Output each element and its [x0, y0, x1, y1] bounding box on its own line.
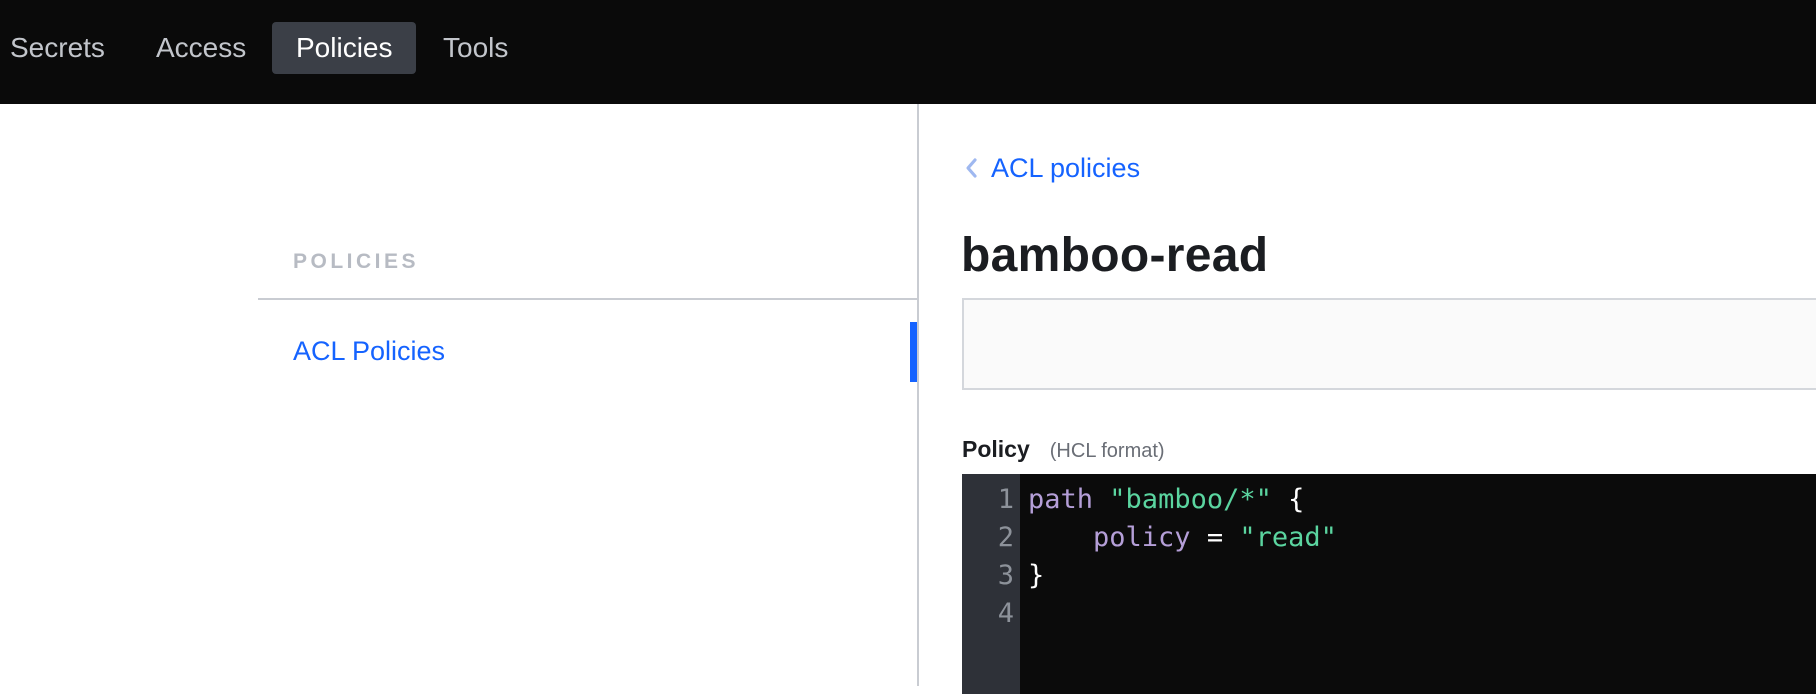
code-punctuation: { — [1271, 484, 1305, 515]
line-code: } — [1028, 557, 1044, 595]
sidebar-item-acl-policies[interactable]: ACL Policies — [293, 336, 445, 367]
sidebar-divider — [258, 298, 918, 300]
code-keyword: path — [1028, 484, 1094, 515]
nav-item-access[interactable]: Access — [132, 22, 270, 74]
line-code: policy = "read" — [1028, 519, 1337, 557]
code-line[interactable]: 1 path "bamboo/*" { — [962, 481, 1816, 519]
policy-label: Policy — [962, 436, 1030, 462]
policy-code-editor[interactable]: 1 path "bamboo/*" {2 policy = "read" 3} 4 — [962, 474, 1816, 694]
code-string: "read" — [1239, 522, 1337, 553]
line-number: 4 — [997, 598, 1014, 629]
line-code: path "bamboo/*" { — [1028, 481, 1304, 519]
code-punctuation: = — [1190, 522, 1240, 553]
line-number: 3 — [997, 560, 1014, 591]
policy-label-row: Policy (HCL format) — [962, 436, 1165, 463]
policy-format-hint: (HCL format) — [1049, 440, 1165, 462]
content-divider — [917, 104, 919, 686]
code-line[interactable]: 3} — [962, 557, 1816, 595]
nav-item-policies[interactable]: Policies — [272, 22, 417, 74]
top-navigation-bar: Secrets Access Policies Tools — [0, 0, 1816, 104]
line-number: 1 — [997, 484, 1014, 515]
policy-header-box — [962, 298, 1816, 390]
page-title: bamboo-read — [961, 229, 1269, 282]
line-number: 2 — [997, 522, 1014, 553]
code-punctuation — [1028, 522, 1093, 553]
breadcrumb-link-acl-policies[interactable]: ACL policies — [991, 153, 1140, 184]
code-line[interactable]: 4 — [962, 595, 1816, 633]
code-keyword: policy — [1093, 522, 1191, 553]
code-punctuation: } — [1028, 560, 1045, 591]
code-string: "bamboo/*" — [1109, 484, 1272, 515]
nav-item-secrets[interactable]: Secrets — [0, 22, 129, 74]
breadcrumb[interactable]: ACL policies — [961, 150, 1140, 186]
sidebar-heading: POLICIES — [293, 250, 420, 273]
chevron-left-icon — [961, 155, 983, 181]
code-line[interactable]: 2 policy = "read" — [962, 519, 1816, 557]
code-punctuation — [1093, 484, 1109, 515]
nav-item-tools[interactable]: Tools — [419, 22, 532, 74]
